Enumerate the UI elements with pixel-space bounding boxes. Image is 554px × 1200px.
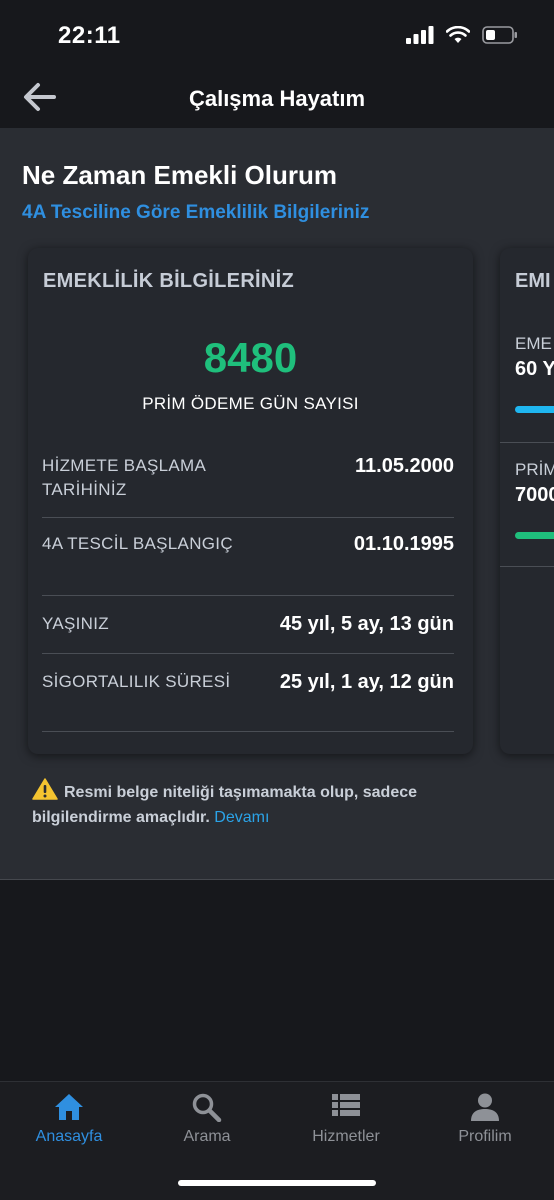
tab-home[interactable]: Anasayfa (0, 1092, 138, 1146)
page-title: Ne Zaman Emekli Olurum (22, 160, 337, 190)
divider (500, 442, 554, 443)
info-value: 11.05.2000 (355, 455, 454, 477)
info-label: HİZMETE BAŞLAMA TARİHİNİZ (42, 456, 206, 499)
card-title: EMEKLİLİK BİLGİLERİNİZ (43, 270, 295, 292)
status-bar: 22:11 (0, 0, 554, 70)
wifi-icon (446, 26, 470, 43)
warning-icon (32, 778, 58, 800)
prim-days-label: PRİM ÖDEME GÜN SAYISI (142, 394, 359, 413)
prim-days-value: 8480 (203, 334, 298, 381)
info-row-insurance-duration: SİGORTALILIK SÜRESİ 25 yıl, 1 ay, 12 gün (42, 670, 454, 732)
tab-label: Arama (183, 1128, 231, 1145)
status-time: 22:11 (58, 22, 121, 49)
home-indicator (178, 1180, 376, 1186)
tab-label: Hizmetler (312, 1128, 380, 1145)
signal-icon (406, 26, 434, 44)
info-value: 01.10.1995 (353, 533, 454, 555)
info-row-registration-start: 4A TESCİL BAŞLANGIÇ 01.10.1995 (42, 532, 454, 596)
progress-bar-prim (515, 532, 554, 539)
navigation-bar: Çalışma Hayatım (0, 70, 554, 128)
tab-search[interactable]: Arama (138, 1092, 276, 1146)
list-icon (332, 1094, 360, 1116)
main-content: Ne Zaman Emekli Olurum 4A Tesciline Göre… (0, 128, 554, 880)
info-value: 45 yıl, 5 ay, 13 gün (279, 613, 454, 635)
page-subtitle: 4A Tesciline Göre Emeklilik Bilgileriniz (22, 202, 370, 223)
home-icon (55, 1094, 83, 1120)
nav-title: Çalışma Hayatım (188, 86, 366, 111)
disclaimer: Resmi belge niteliği taşımamakta olup, s… (32, 778, 492, 830)
tab-services[interactable]: Hizmetler (277, 1092, 415, 1146)
peek-label: PRİM (515, 460, 554, 479)
progress-bar-age (515, 406, 554, 413)
peek-label: EME (515, 334, 552, 353)
battery-icon (482, 26, 517, 44)
person-icon (471, 1093, 499, 1121)
tab-label: Anasayfa (35, 1128, 103, 1145)
info-label: YAŞINIZ (42, 614, 109, 633)
status-icons (406, 26, 518, 44)
retirement-conditions-card[interactable]: EMI EME 60 Y PRİM 7000 (500, 248, 554, 754)
retirement-info-card[interactable]: EMEKLİLİK BİLGİLERİNİZ 8480 PRİM ÖDEME G… (28, 248, 473, 754)
info-row-service-start: HİZMETE BAŞLAMA TARİHİNİZ 11.05.2000 (42, 454, 454, 518)
info-value: 25 yıl, 1 ay, 12 gün (279, 671, 454, 693)
info-label: SİGORTALILIK SÜRESİ (42, 672, 231, 691)
tab-profile[interactable]: Profilim (416, 1092, 554, 1146)
info-label: 4A TESCİL BAŞLANGIÇ (42, 534, 233, 553)
peek-card-title: EMI (515, 270, 551, 292)
peek-value: 7000 (515, 484, 554, 506)
search-icon (192, 1093, 222, 1122)
info-row-age: YAŞINIZ 45 yıl, 5 ay, 13 gün (42, 612, 454, 654)
divider (500, 566, 554, 567)
more-link[interactable]: Devamı (214, 809, 269, 826)
tab-label: Profilim (458, 1128, 512, 1145)
peek-value: 60 Y (515, 358, 554, 380)
